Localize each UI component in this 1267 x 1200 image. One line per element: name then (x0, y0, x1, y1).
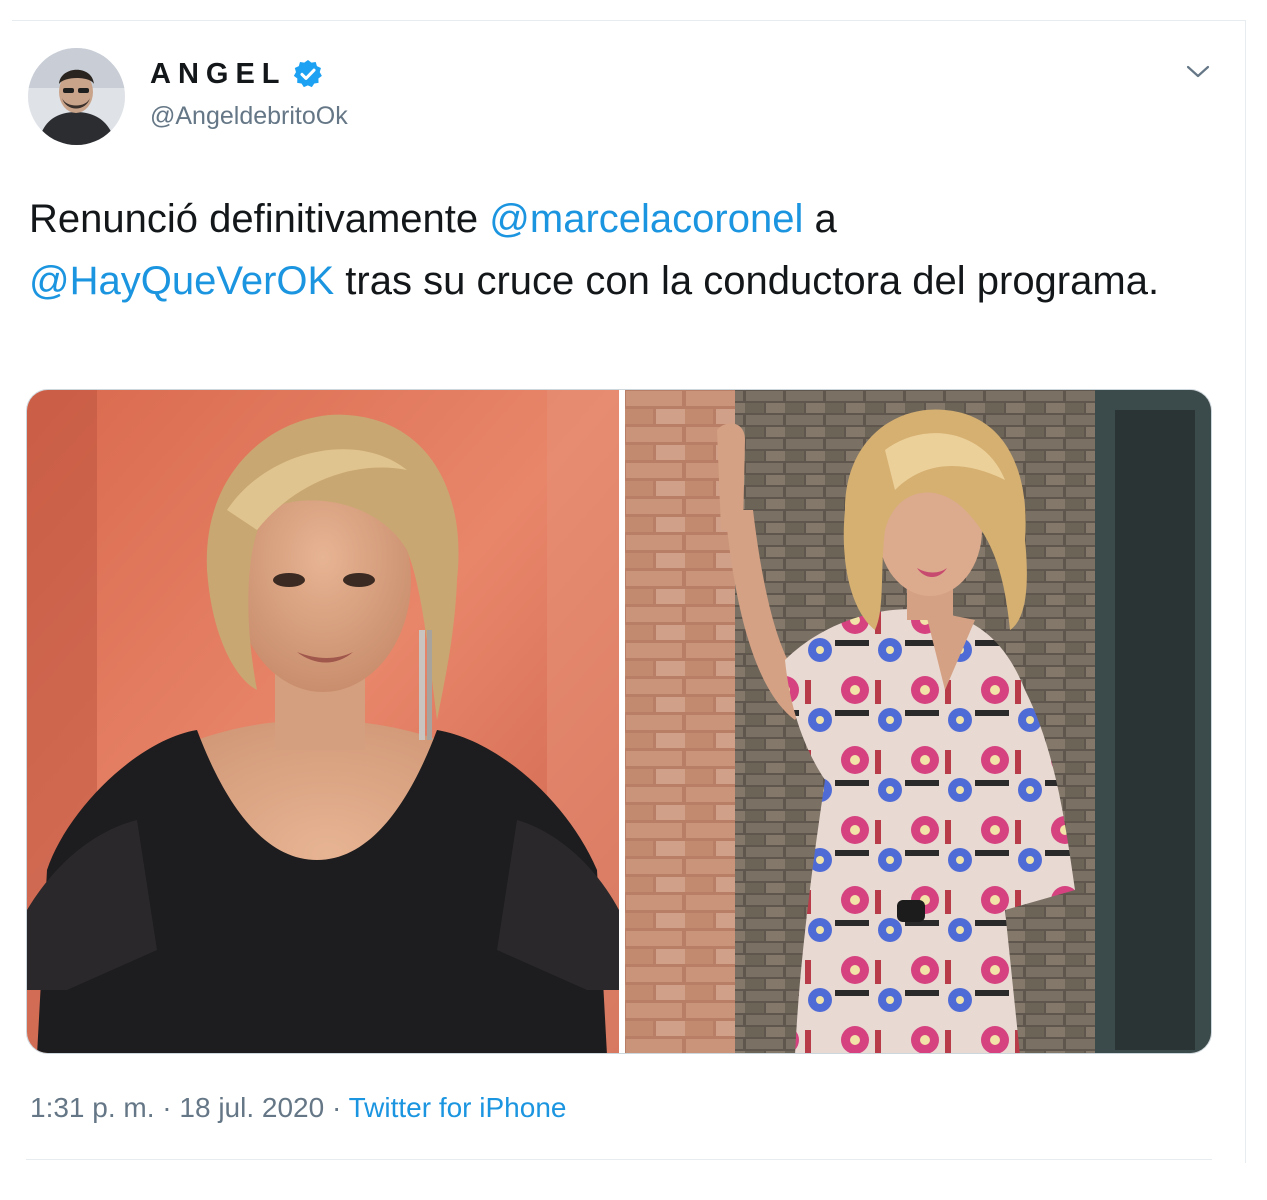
tweet-text-part: Renunció definitivamente (29, 197, 490, 241)
media-photo-right[interactable] (625, 390, 1211, 1053)
author-handle[interactable]: @AngeldebritoOk (150, 100, 348, 132)
profile-photo-icon (28, 48, 125, 145)
tweet-text-part: a (803, 197, 837, 241)
media-photo-left[interactable] (27, 390, 619, 1053)
mention-link[interactable]: @HayQueVerOK (29, 259, 334, 303)
tweet-time[interactable]: 1:31 p. m. (30, 1092, 155, 1123)
divider (26, 1159, 1212, 1160)
chevron-down-icon[interactable] (1184, 60, 1212, 84)
avatar[interactable] (28, 48, 125, 145)
tweet-text-part: tras su cruce con la conductora del prog… (334, 259, 1160, 303)
tweet-date[interactable]: 18 jul. 2020 (179, 1092, 324, 1123)
photo-woman-floral-dress-brick-wall-icon (625, 390, 1211, 1053)
display-name[interactable]: ANGEL (150, 56, 287, 92)
meta-separator: · (154, 1092, 180, 1123)
photo-woman-black-dress-icon (27, 390, 619, 1053)
tweet-media (26, 389, 1212, 1054)
tweet-text: Renunció definitivamente @marcelacoronel… (29, 188, 1209, 312)
verified-badge-icon (293, 60, 322, 88)
meta-separator: · (324, 1092, 349, 1123)
tweet-meta: 1:31 p. m. · 18 jul. 2020 · Twitter for … (30, 1090, 566, 1126)
tweet-source-link[interactable]: Twitter for iPhone (349, 1092, 567, 1123)
mention-link[interactable]: @marcelacoronel (489, 197, 803, 241)
